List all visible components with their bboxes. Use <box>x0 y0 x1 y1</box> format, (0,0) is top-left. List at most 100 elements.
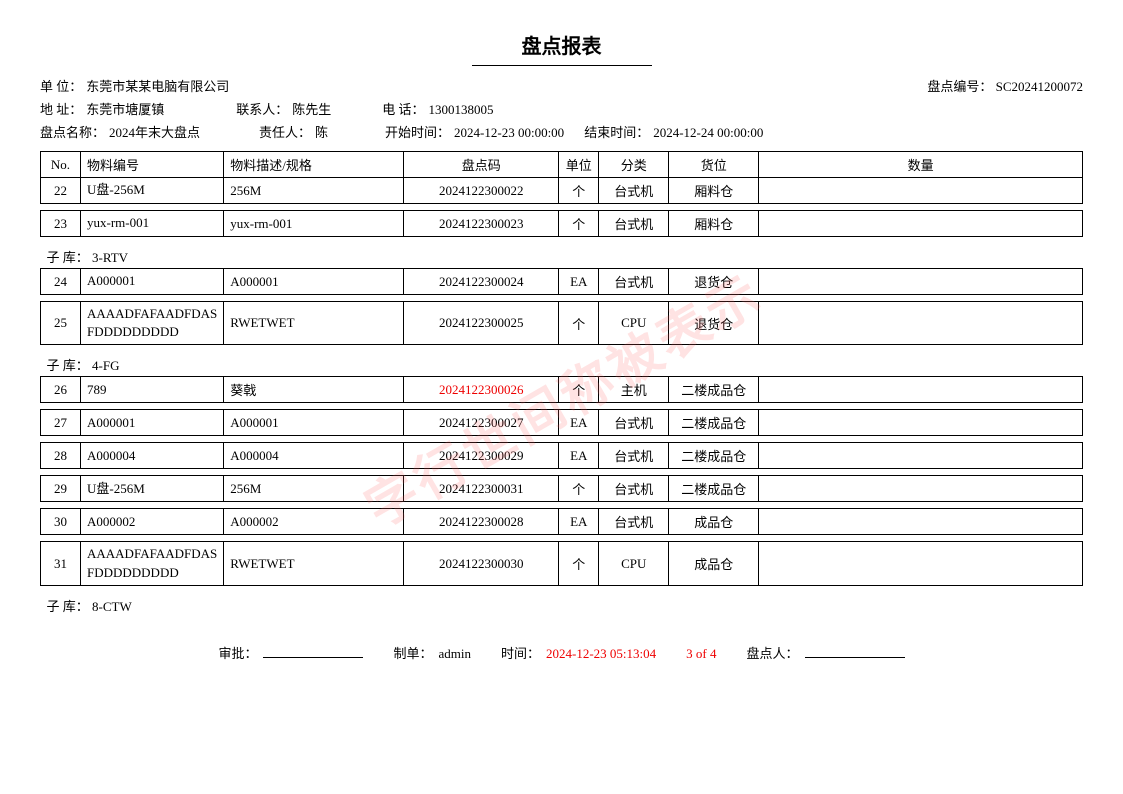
cell-barcode: 2024122300031 <box>404 476 559 502</box>
counter-item: 盘点人： <box>747 643 905 662</box>
cell-unit: 个 <box>559 211 599 237</box>
counter-label: 盘点人： <box>747 643 799 662</box>
spacer-row <box>41 502 1083 509</box>
cell-code: 789 <box>81 377 224 403</box>
contact-value: 陈先生 <box>292 99 352 118</box>
report-number-block: 盘点编号： SC20241200072 <box>927 76 1083 95</box>
sub-value: 8-CTW <box>92 599 132 614</box>
company-value: 东莞市某某电脑有限公司 <box>86 76 229 95</box>
cell-location: 二楼成品仓 <box>669 410 759 436</box>
inventory-name-label: 盘点名称： <box>40 122 105 141</box>
cell-location: 成品仓 <box>669 509 759 535</box>
table-row: 25 AAAADFAFAADFDASFDDDDDDDDD RWETWET 202… <box>41 302 1083 345</box>
cell-unit: EA <box>559 410 599 436</box>
col-header-no: No. <box>41 152 81 178</box>
creator-label: 制单： <box>393 643 432 662</box>
table-row: 23 yux-rm-001 yux-rm-001 2024122300023 个… <box>41 211 1083 237</box>
table-row: 30 A000002 A000002 2024122300028 EA 台式机 … <box>41 509 1083 535</box>
time-value: 2024-12-23 05:13:04 <box>546 646 656 662</box>
sub-warehouse-row: 子 库： 4-FG <box>41 351 1083 377</box>
sub-warehouse-label: 子 库： 8-CTW <box>41 592 1083 617</box>
cell-no: 31 <box>41 542 81 585</box>
phone-value: 1300138005 <box>429 102 494 118</box>
sub-warehouse-label: 子 库： 4-FG <box>41 351 1083 377</box>
cell-desc: RWETWET <box>224 302 404 345</box>
cell-location: 二楼成品仓 <box>669 443 759 469</box>
col-header-code: 物料编号 <box>81 152 224 178</box>
sub-warehouse-label: 子 库： 3-RTV <box>41 243 1083 269</box>
page-item: 3 of 4 <box>686 646 716 662</box>
cell-qty <box>759 542 1083 585</box>
cell-code: U盘-256M <box>81 178 224 204</box>
creator-item: 制单： admin <box>393 643 471 662</box>
creator-value: admin <box>439 646 472 662</box>
table-row: 24 A000001 A000001 2024122300024 EA 台式机 … <box>41 269 1083 295</box>
cell-no: 24 <box>41 269 81 295</box>
cell-unit: 个 <box>559 542 599 585</box>
contact-label: 联系人： <box>236 99 288 118</box>
table-row: 29 U盘-256M 256M 2024122300031 个 台式机 二楼成品… <box>41 476 1083 502</box>
cell-category: 台式机 <box>599 476 669 502</box>
inventory-name-value: 2024年末大盘点 <box>109 122 229 141</box>
cell-category: 台式机 <box>599 410 669 436</box>
cell-unit: EA <box>559 443 599 469</box>
cell-qty <box>759 302 1083 345</box>
cell-barcode: 2024122300025 <box>404 302 559 345</box>
phone-label: 电 话： <box>382 99 424 118</box>
cell-no: 22 <box>41 178 81 204</box>
cell-unit: 个 <box>559 377 599 403</box>
spacer-row <box>41 535 1083 542</box>
col-header-desc: 物料描述/规格 <box>224 152 404 178</box>
cell-qty <box>759 211 1083 237</box>
report-number-label: 盘点编号： <box>927 79 992 94</box>
cell-no: 30 <box>41 509 81 535</box>
cell-desc: A000002 <box>224 509 404 535</box>
cell-desc: 256M <box>224 476 404 502</box>
responsible-label: 责任人： <box>259 122 311 141</box>
page-title: 盘点报表 <box>40 30 1083 59</box>
col-header-location: 货位 <box>669 152 759 178</box>
cell-category: 台式机 <box>599 269 669 295</box>
cell-location: 二楼成品仓 <box>669 476 759 502</box>
cell-location: 厢料仓 <box>669 211 759 237</box>
cell-qty <box>759 377 1083 403</box>
cell-desc: A000001 <box>224 410 404 436</box>
cell-qty <box>759 443 1083 469</box>
table-row: 26 789 葵戟 2024122300026 个 主机 二楼成品仓 <box>41 377 1083 403</box>
table-row: 27 A000001 A000001 2024122300027 EA 台式机 … <box>41 410 1083 436</box>
cell-code: U盘-256M <box>81 476 224 502</box>
col-header-category: 分类 <box>599 152 669 178</box>
spacer-row <box>41 436 1083 443</box>
spacer-row <box>41 403 1083 410</box>
cell-qty <box>759 410 1083 436</box>
cell-code: A000002 <box>81 509 224 535</box>
sub-label: 子 库： <box>47 250 89 265</box>
cell-location: 厢料仓 <box>669 178 759 204</box>
col-header-qty: 数量 <box>759 152 1083 178</box>
cell-location: 退货仓 <box>669 302 759 345</box>
cell-code: A000004 <box>81 443 224 469</box>
approve-label: 审批： <box>218 643 257 662</box>
cell-desc: yux-rm-001 <box>224 211 404 237</box>
company-label: 单 位： <box>40 76 82 95</box>
cell-qty <box>759 269 1083 295</box>
cell-no: 26 <box>41 377 81 403</box>
col-header-unit: 单位 <box>559 152 599 178</box>
address-value: 东莞市塘厦镇 <box>86 99 206 118</box>
cell-code: AAAADFAFAADFDASFDDDDDDDDD <box>81 302 224 345</box>
cell-category: 台式机 <box>599 211 669 237</box>
cell-category: 台式机 <box>599 443 669 469</box>
cell-desc: 葵戟 <box>224 377 404 403</box>
cell-no: 29 <box>41 476 81 502</box>
cell-unit: EA <box>559 509 599 535</box>
spacer-row <box>41 204 1083 211</box>
footer: 审批： 制单： admin 时间： 2024-12-23 05:13:04 3 … <box>40 637 1083 662</box>
spacer-row <box>41 295 1083 302</box>
cell-barcode: 2024122300022 <box>404 178 559 204</box>
cell-code: yux-rm-001 <box>81 211 224 237</box>
cell-barcode: 2024122300028 <box>404 509 559 535</box>
page-number: 3 of 4 <box>686 646 716 662</box>
cell-qty <box>759 509 1083 535</box>
cell-code: A000001 <box>81 269 224 295</box>
inventory-table: No. 物料编号 物料描述/规格 盘点码 单位 分类 货位 数量 22 U盘-2… <box>40 151 1083 617</box>
